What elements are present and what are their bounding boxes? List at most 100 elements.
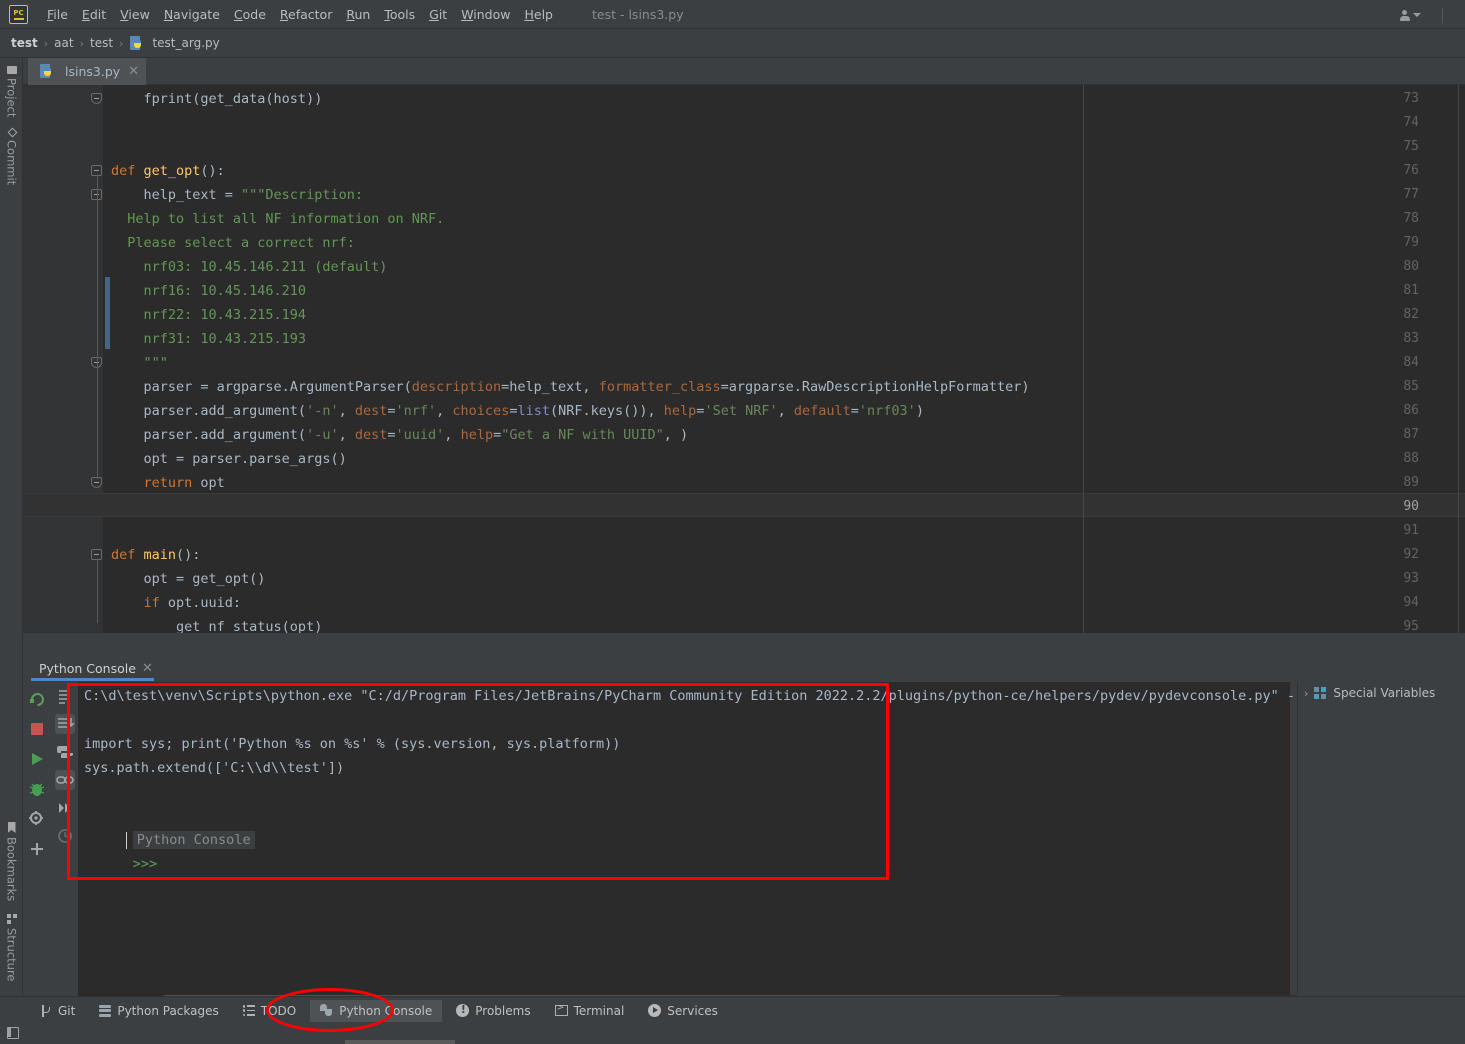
- layout-icon[interactable]: [7, 1027, 19, 1039]
- code-token: def: [111, 163, 144, 179]
- close-icon[interactable]: ✕: [142, 661, 153, 676]
- code-line[interactable]: nrf03: 10.45.146.211 (default): [111, 255, 388, 279]
- special-variables-header[interactable]: › Special Variables: [1304, 686, 1435, 700]
- status-label-services: Services: [667, 1003, 718, 1018]
- code-line[interactable]: parser.add_argument('-u', dest='uuid', h…: [111, 423, 689, 447]
- menu-item-navigate[interactable]: Navigate: [157, 3, 227, 26]
- console-prompt-line[interactable]: >>>: [84, 828, 157, 900]
- history-icon[interactable]: [55, 826, 75, 846]
- menu-item-git[interactable]: Git: [422, 3, 454, 26]
- console-line-0: C:\d\test\venv\Scripts\python.exe "C:/d/…: [84, 688, 1312, 704]
- breadcrumb-item-1[interactable]: aat: [51, 36, 76, 50]
- left-tool-strip: Project Commit Bookmarks Structure: [0, 58, 23, 1010]
- sidebar-item-bookmarks[interactable]: Bookmarks: [0, 818, 23, 901]
- breadcrumb-item-3[interactable]: test_arg.py: [149, 36, 222, 50]
- code-token: 'uuid': [395, 427, 445, 443]
- services-icon: [648, 1004, 662, 1017]
- window-resize-hint: [345, 1040, 455, 1044]
- code-token: parser.add_argument(: [111, 403, 307, 419]
- settings-icon[interactable]: [28, 810, 46, 828]
- editor-tab-label: lsins3.py: [65, 64, 121, 79]
- status-item-terminal[interactable]: Terminal: [545, 1000, 635, 1022]
- console-line-2: import sys; print('Python %s on %s' % (s…: [84, 736, 621, 752]
- code-line[interactable]: def get_opt():: [111, 159, 225, 183]
- vcs-change-marker[interactable]: [105, 277, 110, 349]
- close-icon[interactable]: ✕: [128, 64, 139, 79]
- code-line[interactable]: opt = parser.parse_args(): [111, 447, 347, 471]
- code-line[interactable]: Help to list all NF information on NRF.: [111, 207, 444, 231]
- code-line[interactable]: help_text = """Description:: [111, 183, 363, 207]
- debug-icon[interactable]: [28, 780, 46, 798]
- status-item-services[interactable]: Services: [638, 1000, 728, 1022]
- code-editor[interactable]: 73 74 75 76 77 78 79 80 81 82 83 84 85 86 87 88 89 90 91 92…: [23, 85, 1465, 633]
- code-line[interactable]: Please select a correct nrf:: [111, 231, 355, 255]
- scroll-to-end-icon[interactable]: [55, 714, 75, 734]
- code-line[interactable]: get_nf_status(opt): [111, 615, 322, 633]
- console-caret: [126, 832, 127, 849]
- sidebar-item-commit[interactable]: Commit: [0, 123, 23, 185]
- code-line[interactable]: """: [111, 351, 168, 375]
- menu-item-edit[interactable]: Edit: [75, 3, 113, 26]
- code-token: parser.add_argument(: [111, 427, 307, 443]
- code-line[interactable]: nrf22: 10.43.215.194: [111, 303, 307, 327]
- code-token: =argparse.RawDescriptionHelpFormatter): [720, 379, 1030, 395]
- menu-item-refactor[interactable]: Refactor: [273, 3, 339, 26]
- menu-item-tools[interactable]: Tools: [377, 3, 422, 26]
- special-variables-panel[interactable]: › Special Variables: [1297, 682, 1465, 1012]
- code-line[interactable]: def main():: [111, 543, 200, 567]
- link-icon[interactable]: [55, 770, 75, 790]
- console-toolbar-left: [24, 682, 50, 1012]
- python-console-icon: [320, 1004, 333, 1017]
- account-icon[interactable]: [1399, 7, 1427, 23]
- sidebar-item-project[interactable]: Project: [0, 62, 23, 117]
- code-line[interactable]: nrf16: 10.45.146.210: [111, 279, 307, 303]
- soft-wrap-icon[interactable]: [55, 686, 75, 706]
- menu-item-window[interactable]: Window: [454, 3, 517, 26]
- code-line[interactable]: parser.add_argument('-n', dest='nrf', ch…: [111, 399, 924, 423]
- code-line[interactable]: return opt: [111, 471, 225, 495]
- code-line[interactable]: fprint(get_data(host)): [111, 87, 323, 111]
- console-toolbar-secondary: [52, 682, 78, 843]
- fold-toggle-icon[interactable]: [91, 93, 102, 104]
- python-file-icon: [40, 64, 54, 79]
- menu-items-container: File Edit View Navigate Code Refactor Run Tools…: [40, 3, 560, 26]
- menu-bar: PC File Edit View Navigate Code Refactor Run To…: [0, 0, 1465, 29]
- prompt-symbol: >>>: [132, 856, 158, 872]
- run-icon[interactable]: [28, 750, 46, 768]
- rerun-icon[interactable]: [28, 690, 46, 708]
- code-line[interactable]: opt = get_opt(): [111, 567, 266, 591]
- breadcrumb-item-2[interactable]: test: [87, 36, 116, 50]
- code-token: '-u': [306, 427, 339, 443]
- fold-region-line: [96, 559, 98, 623]
- code-token: fprint(get_data(host)): [111, 91, 323, 107]
- editor-tab-lsins3[interactable]: lsins3.py ✕: [28, 58, 147, 85]
- code-line[interactable]: parser = argparse.ArgumentParser(descrip…: [111, 375, 1030, 399]
- menu-item-code[interactable]: Code: [227, 3, 273, 26]
- status-item-problems[interactable]: Problems: [446, 1000, 540, 1022]
- execute-icon[interactable]: [55, 798, 75, 818]
- breadcrumb-item-0[interactable]: test: [8, 36, 41, 50]
- add-icon[interactable]: [28, 840, 46, 858]
- code-token: default: [793, 403, 851, 419]
- code-token: dest: [354, 403, 388, 419]
- menu-item-run[interactable]: Run: [339, 3, 377, 26]
- sidebar-label-bookmarks: Bookmarks: [4, 837, 19, 902]
- menu-item-view[interactable]: View: [113, 3, 157, 26]
- status-item-git[interactable]: Git: [31, 1000, 85, 1022]
- console-output[interactable]: C:\d\test\venv\Scripts\python.exe "C:/d/…: [78, 682, 1362, 1012]
- code-line[interactable]: nrf31: 10.43.215.193: [111, 327, 307, 351]
- chevron-right-icon[interactable]: ›: [1304, 687, 1308, 700]
- python-console-icon[interactable]: [55, 742, 75, 762]
- menu-item-help[interactable]: Help: [517, 3, 560, 26]
- stop-icon[interactable]: [28, 720, 46, 738]
- status-item-todo[interactable]: TODO: [233, 1000, 306, 1022]
- code-line[interactable]: if opt.uuid:: [111, 591, 242, 615]
- code-content[interactable]: fprint(get_data(host))def get_opt(): hel…: [111, 85, 1465, 633]
- menu-item-file[interactable]: File: [40, 3, 75, 26]
- status-item-python-packages[interactable]: Python Packages: [89, 1000, 228, 1022]
- sidebar-item-structure[interactable]: Structure: [0, 910, 23, 982]
- status-item-python-console[interactable]: Python Console: [310, 999, 443, 1022]
- code-token: =: [850, 403, 859, 419]
